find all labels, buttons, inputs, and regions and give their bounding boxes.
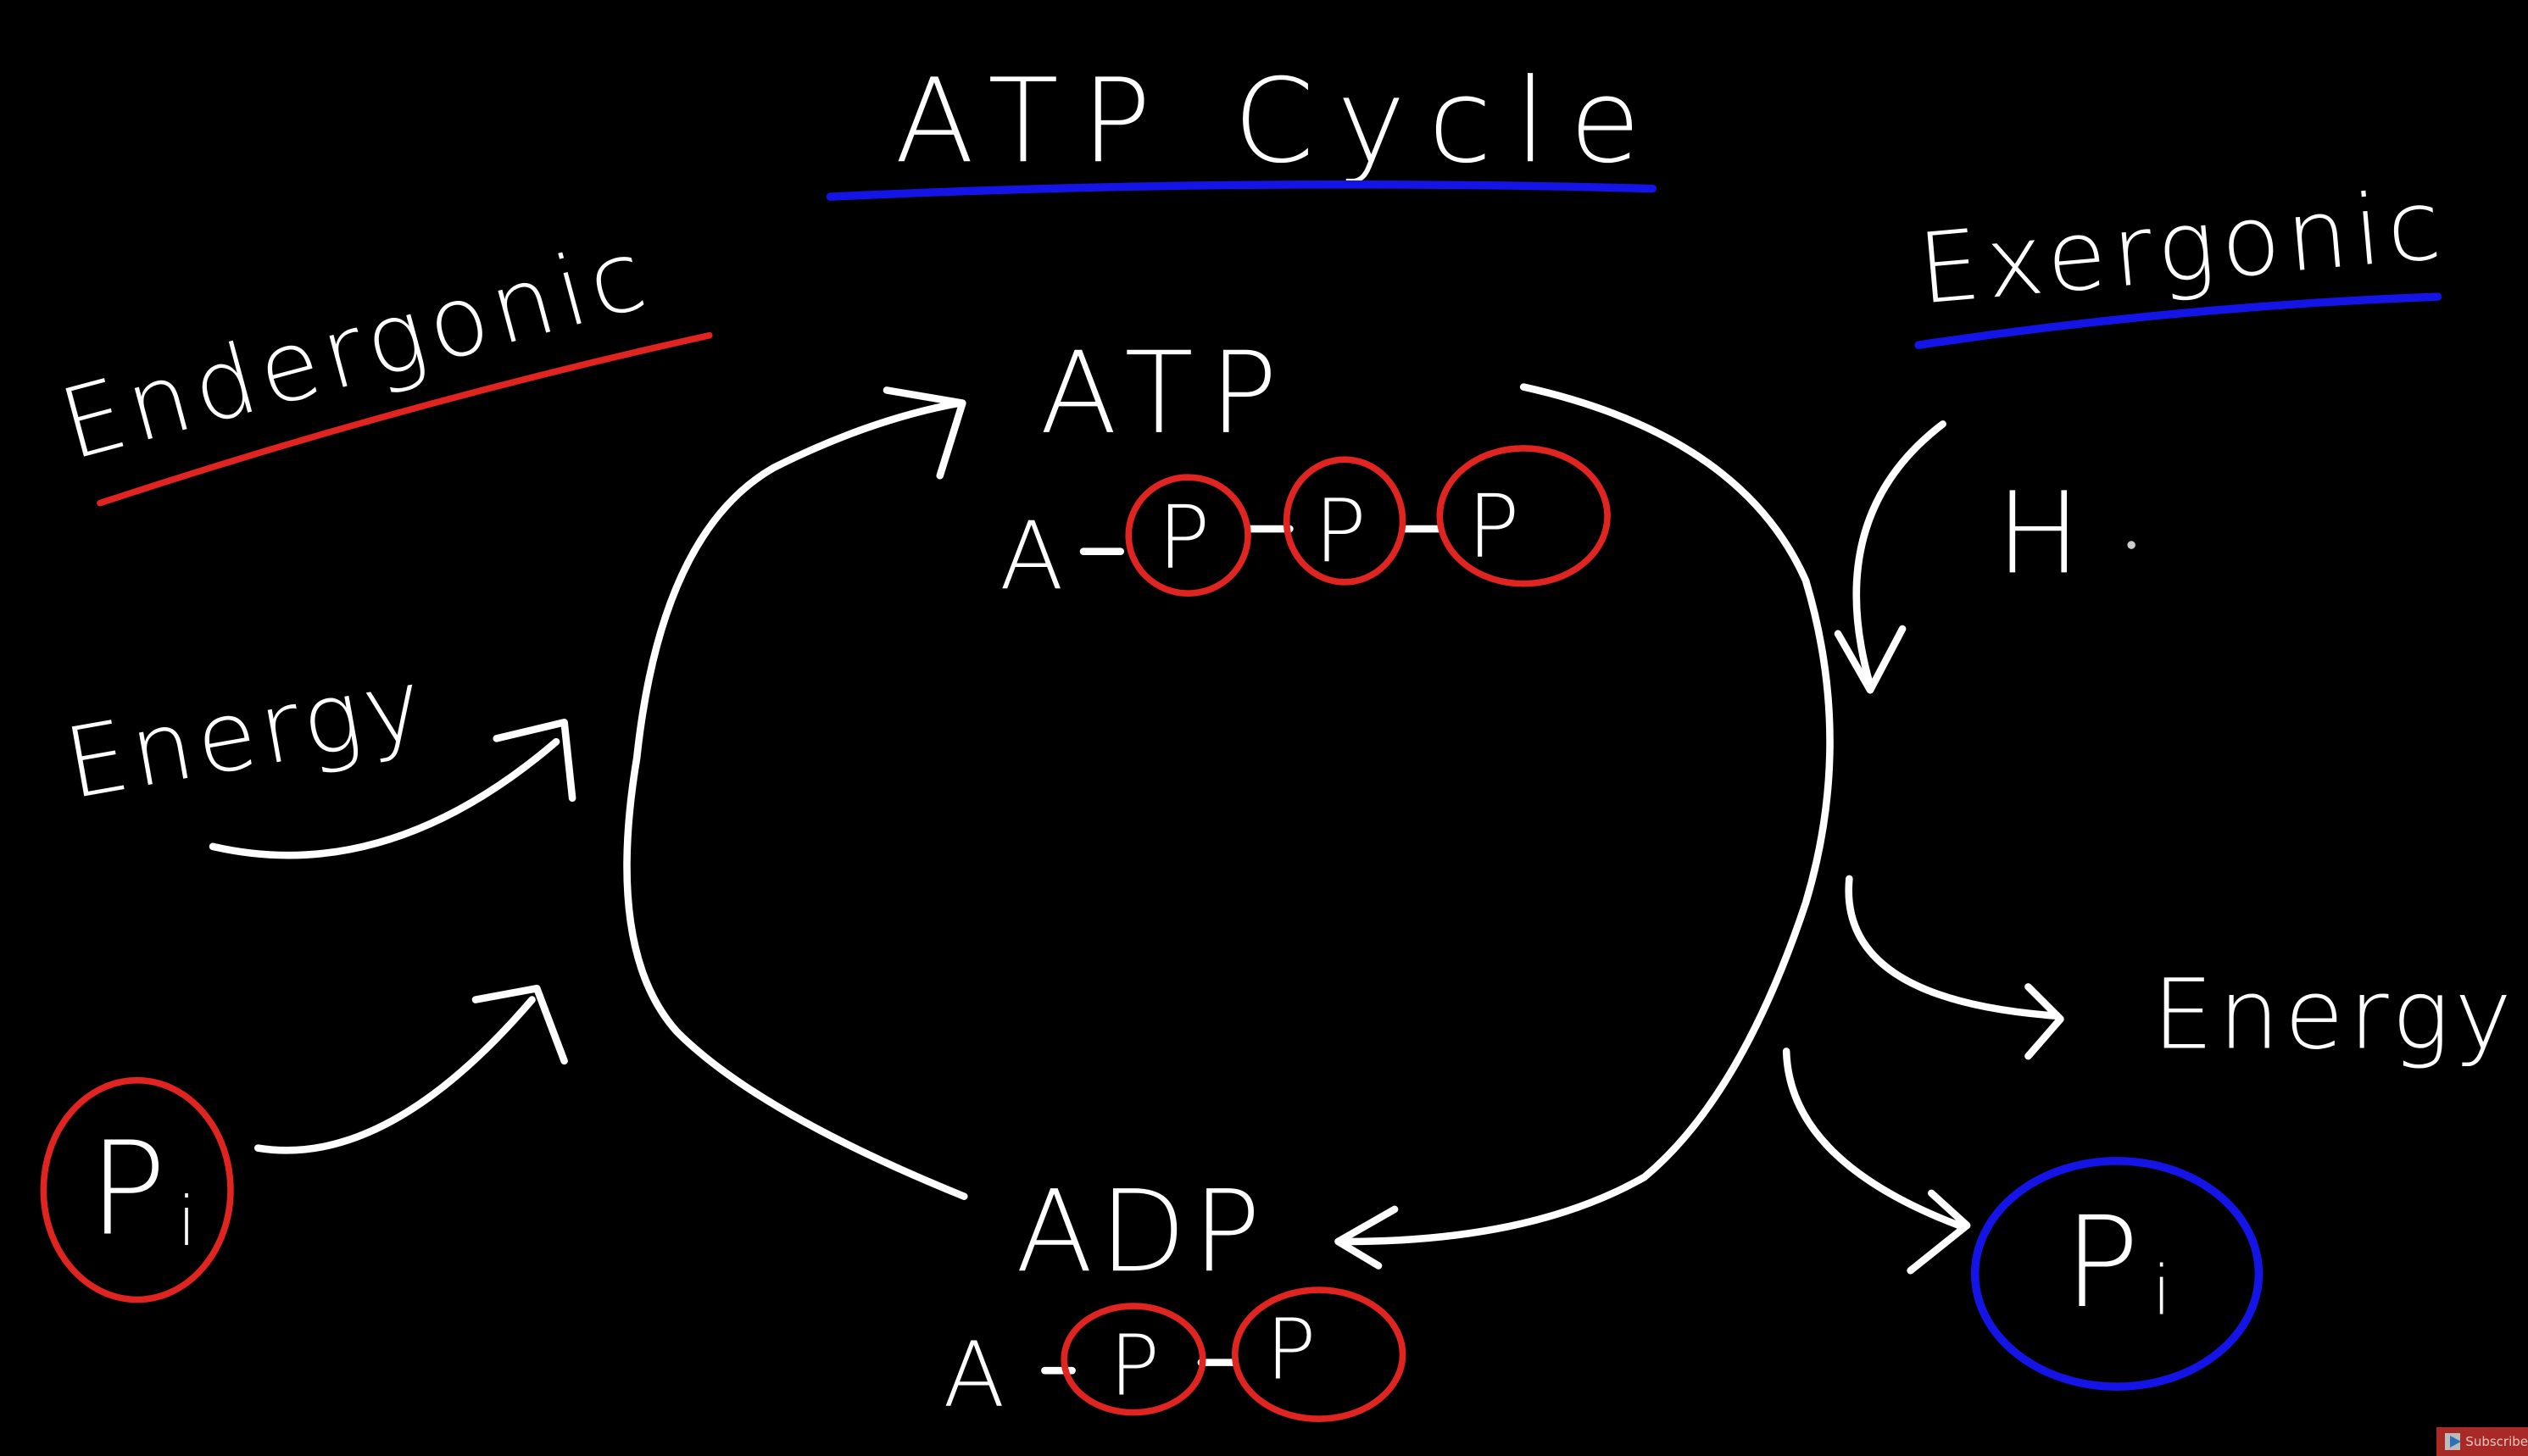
energy-out-arrow [1845, 875, 2064, 1060]
energy-in-label: Energy [57, 647, 435, 821]
water-arrow [1834, 420, 1946, 694]
adp-phosphate-2: P [1266, 1302, 1317, 1399]
pi-out-sub: i [2152, 1252, 2171, 1331]
atp-phosphate-1: P [1157, 488, 1210, 589]
atp-phosphate-2: P [1314, 481, 1367, 582]
pi-in-p: P [89, 1114, 167, 1264]
atp-label: ATP [1040, 328, 1294, 459]
atp-phosphate-3: P [1467, 476, 1520, 577]
pi-in-arrow [254, 984, 568, 1154]
subscribe-button[interactable]: Subscribe [2436, 1427, 2528, 1456]
atp-phosphate-circle-3 [1436, 445, 1611, 587]
subscribe-label: Subscribe [2465, 1434, 2528, 1449]
water-label: H [1996, 468, 2080, 599]
energy-out-label: Energy [2152, 959, 2517, 1071]
adp-adenosine: A [944, 1323, 1005, 1428]
pi-out-arrow [1782, 1048, 1971, 1275]
play-icon [2445, 1433, 2462, 1450]
atp-cycle-diagram: ATP Cycle Endergonic Exergonic ATP A P P… [40, 54, 2517, 1428]
cycle-arrow-right [1334, 383, 1834, 1270]
atp-adenosine: A [1000, 503, 1063, 611]
adp-phosphate-circle-2 [1231, 1287, 1406, 1423]
adp-phosphate-1: P [1109, 1318, 1160, 1415]
adp-label: ADP [1016, 1166, 1267, 1298]
title: ATP Cycle [894, 54, 1663, 189]
pi-out-p: P [2063, 1189, 2139, 1336]
cycle-arrow-left [623, 386, 968, 1200]
endergonic-label: Endergonic [49, 216, 662, 481]
pi-in-sub: i [177, 1182, 196, 1261]
